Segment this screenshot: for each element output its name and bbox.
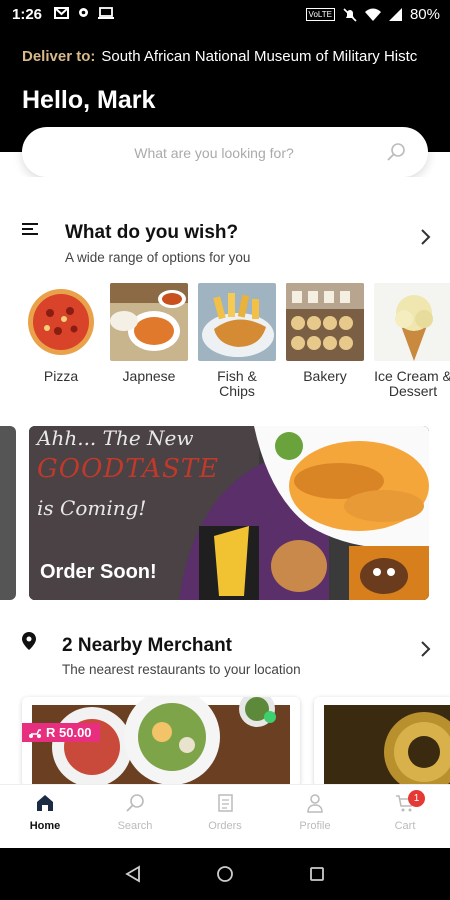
laptop-icon — [98, 6, 114, 19]
menu-list-icon — [22, 223, 38, 235]
category-label: Fish & Chips — [217, 368, 257, 399]
fish-and-chips-image — [198, 283, 276, 361]
system-nav-bar — [0, 848, 450, 900]
merchants-subtitle: The nearest restaurants to your location — [62, 662, 301, 677]
pizza-image — [22, 283, 100, 361]
nav-orders[interactable]: Orders — [190, 793, 260, 832]
chevron-right-icon[interactable] — [420, 228, 432, 246]
banner-line-1: Ahh... The New — [37, 426, 194, 450]
system-status-icons: VoLTE 80% — [305, 6, 440, 23]
category-ice-cream-dessert[interactable]: Ice Cream & Dessert — [374, 283, 450, 399]
search-icon[interactable] — [386, 142, 406, 162]
cart-count-badge: 1 — [408, 790, 425, 807]
battery-percent: 80% — [409, 6, 440, 23]
ice-cream-image — [374, 283, 450, 361]
nav-label: Home — [29, 820, 61, 832]
delivery-address-row[interactable]: Deliver to: South African National Museum… — [22, 48, 417, 65]
merchant-card[interactable]: R 50.00 — [22, 697, 300, 784]
nav-label: Orders — [208, 820, 242, 832]
wifi-icon — [364, 8, 381, 21]
status-bar: 1:26 VoLTE 80% — [0, 0, 450, 28]
deliver-to-label: Deliver to: — [22, 48, 96, 65]
nav-label: Search — [117, 820, 153, 832]
categories-row: Pizza Japnese Fish & Chips Bakery Ice Cr… — [22, 283, 450, 403]
gmail-icon — [54, 6, 69, 19]
nav-label: Profile — [299, 820, 331, 832]
price-badge: R 50.00 — [22, 723, 100, 742]
category-pizza[interactable]: Pizza — [22, 283, 100, 384]
merchant-card[interactable] — [314, 697, 450, 784]
banner-line-3: is Coming! — [37, 496, 147, 520]
categories-subtitle: A wide range of options for you — [65, 250, 251, 265]
location-pin-icon — [22, 632, 36, 650]
home-icon — [37, 795, 53, 811]
category-label: Japnese — [122, 368, 176, 384]
promo-banner[interactable]: Ahh... The New GOODTASTE is Coming! Orde… — [29, 426, 429, 600]
category-label: Bakery — [303, 368, 347, 384]
orders-icon — [218, 794, 233, 812]
search-bar[interactable] — [22, 127, 428, 179]
nav-label: Cart — [394, 820, 416, 832]
back-icon[interactable] — [124, 865, 142, 883]
search-input[interactable] — [42, 127, 386, 179]
greeting: Hello, Mark — [22, 86, 156, 114]
category-japnese[interactable]: Japnese — [110, 283, 188, 384]
bottom-nav: Home Search Orders Profile 1 Cart — [0, 784, 450, 849]
merchant-image — [314, 697, 450, 784]
volte-badge: VoLTE — [305, 8, 335, 21]
banner-line-2: GOODTASTE — [37, 454, 220, 484]
search-icon — [126, 794, 144, 812]
price-text: R 50.00 — [46, 725, 92, 740]
delivery-scooter-icon — [29, 728, 41, 738]
category-fish-chips[interactable]: Fish & Chips — [198, 283, 276, 399]
category-label: Pizza — [43, 368, 79, 384]
category-label: Ice Cream & Dessert — [374, 368, 450, 399]
profile-icon — [307, 794, 323, 813]
mute-icon — [343, 7, 357, 22]
notification-icons — [54, 6, 114, 19]
banner-cta: Order Soon! — [40, 561, 157, 583]
category-bakery[interactable]: Bakery — [286, 283, 364, 384]
signal-icon — [388, 8, 402, 21]
delivery-address: South African National Museum of Militar… — [101, 48, 418, 65]
japanese-food-image — [110, 283, 188, 361]
nav-home[interactable]: Home — [10, 793, 80, 832]
status-time: 1:26 — [12, 6, 43, 23]
categories-title: What do you wish? — [65, 222, 239, 243]
nav-search[interactable]: Search — [100, 793, 170, 832]
home-button-icon[interactable] — [216, 865, 234, 883]
settings-icon — [79, 8, 88, 17]
recents-icon[interactable] — [308, 865, 326, 883]
bakery-image — [286, 283, 364, 361]
previous-banner-peek[interactable] — [0, 426, 16, 600]
nav-cart[interactable]: 1 Cart — [370, 790, 440, 832]
chevron-right-icon[interactable] — [420, 640, 432, 658]
nav-profile[interactable]: Profile — [280, 793, 350, 832]
merchants-title: 2 Nearby Merchant — [62, 635, 233, 656]
scroll-area[interactable]: What do you wish? A wide range of option… — [0, 177, 450, 784]
